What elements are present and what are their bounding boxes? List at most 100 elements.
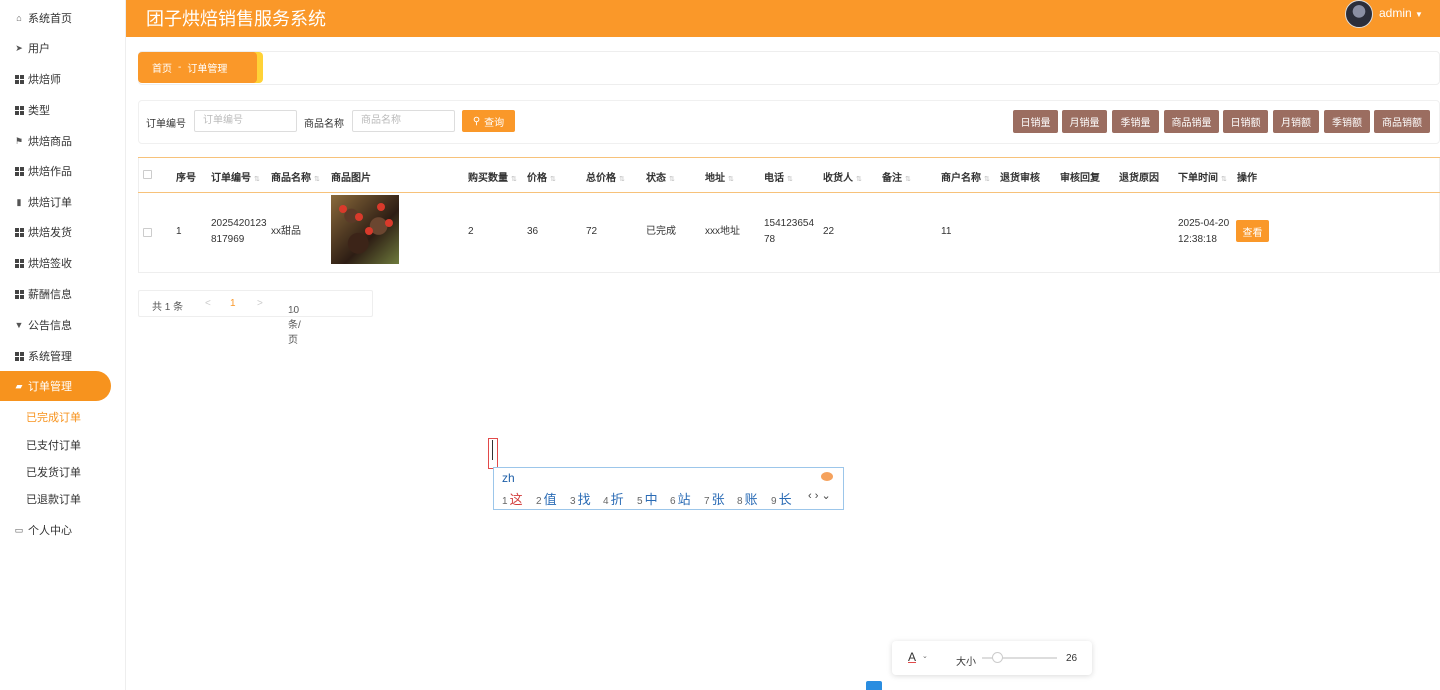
col-total[interactable]: 总价格 ⇅ [586,169,625,184]
col-return-review: 退货审核 [1000,173,1040,184]
font-color-button[interactable]: A [908,650,916,664]
daily-revenue-button[interactable]: 日销额 [1223,110,1268,133]
search-icon: ⚲ [472,115,481,127]
grid-icon [14,227,24,237]
sort-icon[interactable]: ⇅ [314,176,320,183]
order-icon: ▰ [15,380,23,391]
search-button[interactable]: ⚲ 查询 [462,110,515,132]
sidebar-item-profile[interactable]: ▭ 个人中心 [0,515,126,545]
ime-candidate[interactable]: 3找 [570,489,591,508]
cell-total: 72 [586,226,598,237]
sidebar-item-products[interactable]: ⚑ 烘焙商品 [0,126,126,156]
username: admin [1379,6,1412,20]
breadcrumb-separator: - [178,62,182,73]
col-product[interactable]: 商品名称 ⇅ [271,169,320,184]
ime-candidate[interactable]: 4折 [603,489,624,508]
ime-candidate[interactable]: 5中 [637,489,658,508]
sidebar-item-home[interactable]: ⌂ 系统首页 [0,3,126,33]
sidebar-item-bake-orders[interactable]: ▮ 烘焙订单 [0,187,126,217]
ime-candidate[interactable]: 6站 [670,489,691,508]
col-order-time[interactable]: 下单时间 ⇅ [1178,169,1227,184]
select-all-checkbox[interactable] [143,170,152,179]
order-no-label: 订单编号 [146,119,186,130]
sort-icon[interactable]: ⇅ [619,176,625,183]
order-no-input[interactable]: 订单编号 [194,110,297,132]
ime-candidate[interactable]: 9长 [771,489,792,508]
col-phone[interactable]: 电话 ⇅ [764,169,793,184]
ime-candidate[interactable]: 8账 [737,489,758,508]
sort-icon[interactable]: ⇅ [728,176,734,183]
col-receiver[interactable]: 收货人 ⇅ [823,169,862,184]
sidebar-subitem-shipped[interactable]: 已发货订单 [26,464,81,480]
sidebar-item-shipping[interactable]: 烘焙发货 [0,217,126,247]
quarterly-sales-button[interactable]: 季销量 [1112,110,1159,133]
sidebar-item-types[interactable]: 类型 [0,95,126,125]
pager-page[interactable]: 1 [230,298,236,309]
font-size-slider-handle[interactable] [992,652,1003,663]
col-order-no[interactable]: 订单编号 ⇅ [211,169,260,184]
cell-phone: 154123654 78 [764,218,815,245]
sidebar-item-system[interactable]: 系统管理 [0,341,126,371]
avatar[interactable] [1345,0,1373,28]
col-status[interactable]: 状态 ⇅ [646,169,675,184]
sidebar-item-salary[interactable]: 薪酬信息 [0,279,126,309]
sidebar-subitem-refunded[interactable]: 已退款订单 [26,491,81,507]
text-cursor-box [488,438,498,469]
ime-candidate-window: zh 1这 2值 3找 4折 5中 6站 7张 8账 9长 ‹ › ⌄ [493,467,844,510]
product-name-label: 商品名称 [304,119,344,130]
col-remark[interactable]: 备注 ⇅ [882,169,911,184]
ime-candidate[interactable]: 7张 [704,489,725,508]
sort-icon[interactable]: ⇅ [1221,176,1227,183]
pager-next[interactable]: > [257,298,263,309]
product-image[interactable] [331,195,399,264]
chevron-down-icon[interactable]: ⌄ [922,652,928,660]
sidebar-item-users[interactable]: ➤ 用户 [0,33,126,63]
monthly-sales-button[interactable]: 月销量 [1062,110,1107,133]
ime-candidate[interactable]: 2值 [536,489,557,508]
view-button[interactable]: 查看 [1236,220,1269,242]
col-return-reason: 退货原因 [1119,173,1159,184]
sort-icon[interactable]: ⇅ [511,176,517,183]
sort-icon[interactable]: ⇅ [787,176,793,183]
col-address[interactable]: 地址 ⇅ [705,169,734,184]
taskbar-tab[interactable] [866,681,882,690]
sort-icon[interactable]: ⇅ [669,176,675,183]
sort-icon[interactable]: ⇅ [984,176,990,183]
sidebar-item-label: 薪酬信息 [28,289,72,301]
sidebar-item-label: 烘焙商品 [28,136,72,148]
ime-page-nav[interactable]: ‹ › ⌄ [808,489,831,502]
col-image: 商品图片 [331,173,371,184]
monthly-revenue-button[interactable]: 月销额 [1273,110,1319,133]
sidebar-item-label: 类型 [28,105,50,117]
breadcrumb-home[interactable]: 首页 [152,60,172,75]
sidebar-subitem-paid[interactable]: 已支付订单 [26,437,81,453]
user-menu[interactable]: admin ▼ [1379,6,1423,20]
sidebar-item-works[interactable]: 烘焙作品 [0,156,126,186]
product-name-input[interactable]: 商品名称 [352,110,455,132]
product-revenue-button[interactable]: 商品销额 [1374,110,1430,133]
sidebar-item-notices[interactable]: ▼ 公告信息 [0,310,126,340]
font-size-value: 26 [1066,653,1078,664]
sort-icon[interactable]: ⇅ [550,176,556,183]
sidebar-item-label: 烘焙订单 [28,197,72,209]
sort-icon[interactable]: ⇅ [856,176,862,183]
sidebar-item-signoff[interactable]: 烘焙签收 [0,248,126,278]
daily-sales-button[interactable]: 日销量 [1013,110,1058,133]
col-merchant[interactable]: 商户名称 ⇅ [941,169,990,184]
col-qty[interactable]: 购买数量 ⇅ [468,169,517,184]
ime-candidate[interactable]: 1这 [502,489,523,508]
pager-prev[interactable]: < [205,298,211,309]
product-sales-button[interactable]: 商品销量 [1164,110,1219,133]
sort-icon[interactable]: ⇅ [905,176,911,183]
sidebar-item-bakers[interactable]: 烘焙师 [0,64,126,94]
row-checkbox[interactable] [143,228,152,237]
grid-icon [14,258,24,268]
col-price[interactable]: 价格 ⇅ [527,169,556,184]
grid-icon [14,105,24,115]
sidebar-subitem-completed[interactable]: 已完成订单 [26,409,81,425]
quarterly-revenue-button[interactable]: 季销额 [1324,110,1370,133]
sort-icon[interactable]: ⇅ [254,176,260,183]
col-index: 序号 [176,173,196,184]
top-header: 团子烘焙销售服务系统 admin ▼ [126,0,1440,37]
sidebar-item-orders[interactable]: ▰ 订单管理 [0,371,111,401]
